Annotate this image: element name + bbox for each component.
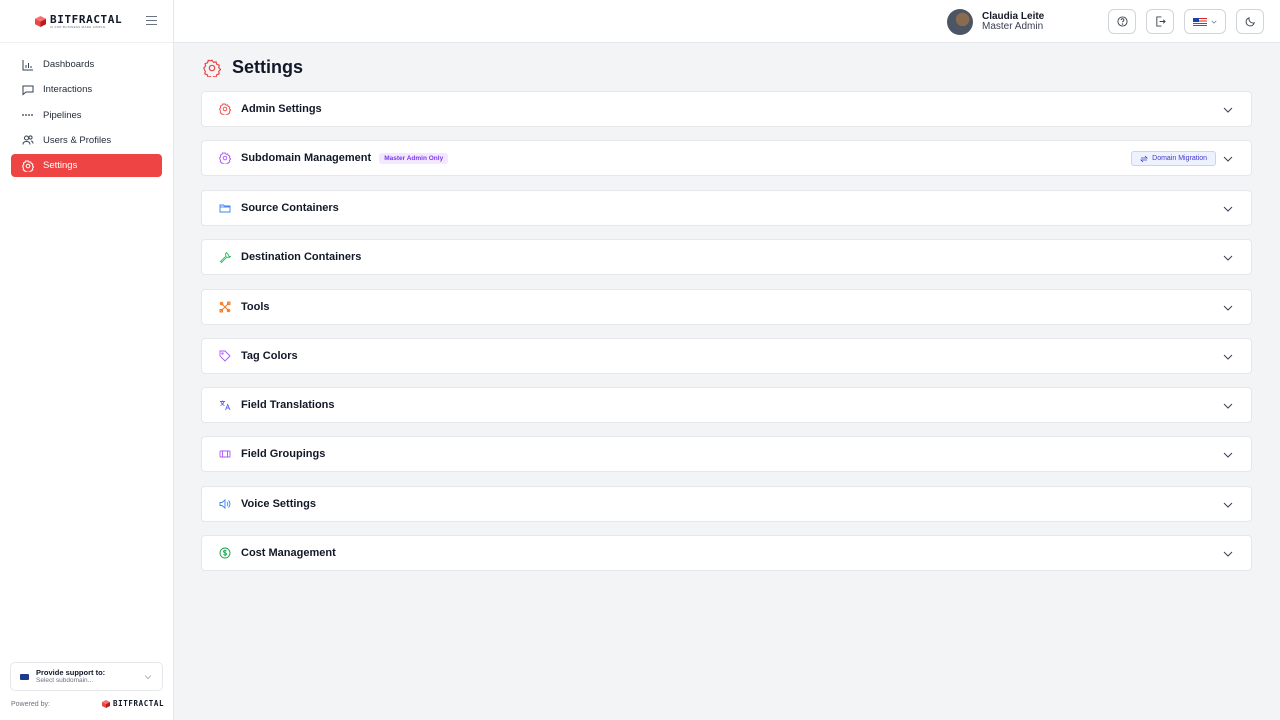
sidebar-nav: Dashboards Interactions Pipelines Users …: [0, 43, 173, 178]
section-tools[interactable]: Tools: [201, 289, 1252, 325]
powered-brand-name: BITFRACTAL: [113, 699, 165, 708]
section-title: Tools: [241, 301, 270, 313]
cube-logo-icon: [102, 699, 110, 708]
theme-toggle-button[interactable]: [1236, 9, 1264, 34]
speaker-icon: [219, 499, 231, 509]
section-title: Field Translations: [241, 399, 335, 411]
sidebar: BITFRACTAL AI FOR BUSINESS MADE SIMPLE D…: [0, 0, 174, 720]
domain-migration-button[interactable]: Domain Migration: [1131, 151, 1216, 166]
chevron-down-icon[interactable]: [1222, 153, 1234, 165]
gear-icon: [219, 152, 231, 164]
sidebar-item-settings[interactable]: Settings: [11, 154, 162, 178]
cube-logo-icon: [35, 15, 46, 27]
section-subdomain-management[interactable]: Subdomain Management Master Admin Only D…: [201, 140, 1252, 176]
chevron-down-icon: [144, 675, 152, 680]
tools-icon: [219, 301, 231, 313]
section-admin-settings[interactable]: Admin Settings: [201, 91, 1252, 127]
tag-icon: [219, 350, 231, 362]
us-flag-icon: [1193, 17, 1207, 26]
chat-icon: [22, 85, 34, 96]
gear-icon: [22, 159, 34, 172]
powered-by-logo: BITFRACTAL: [102, 699, 164, 708]
section-voice-settings[interactable]: Voice Settings: [201, 486, 1252, 522]
section-cost-management[interactable]: Cost Management: [201, 535, 1252, 571]
users-icon: [22, 135, 34, 145]
chevron-down-icon[interactable]: [1222, 351, 1234, 363]
moon-icon: [1245, 17, 1255, 27]
logout-icon: [1155, 16, 1166, 27]
help-button[interactable]: [1108, 9, 1136, 34]
sidebar-item-users[interactable]: Users & Profiles: [11, 129, 162, 152]
chevron-down-icon[interactable]: [1222, 400, 1234, 412]
user-role: Master Admin: [982, 21, 1044, 32]
sidebar-item-label: Interactions: [43, 84, 93, 96]
section-tag-colors[interactable]: Tag Colors: [201, 338, 1252, 374]
support-title: Provide support to:: [36, 667, 106, 677]
section-field-translations[interactable]: Field Translations: [201, 387, 1252, 423]
gear-icon: [219, 103, 231, 115]
master-admin-badge: Master Admin Only: [379, 152, 449, 164]
top-header: Claudia Leite Master Admin: [174, 0, 1280, 43]
chevron-down-icon[interactable]: [1222, 203, 1234, 215]
chevron-down-icon: [1211, 20, 1217, 24]
brand-tagline: AI FOR BUSINESS MADE SIMPLE: [50, 24, 106, 29]
wrench-icon: [219, 251, 231, 263]
brand-logo[interactable]: BITFRACTAL AI FOR BUSINESS MADE SIMPLE: [35, 14, 122, 29]
support-placeholder: Select subdomain...: [36, 677, 94, 685]
group-icon: [219, 450, 231, 458]
section-title: Subdomain Management: [241, 152, 372, 164]
swap-arrows-icon: [1140, 155, 1149, 162]
logo-row: BITFRACTAL AI FOR BUSINESS MADE SIMPLE: [0, 0, 173, 43]
sidebar-item-label: Pipelines: [43, 109, 82, 121]
chevron-down-icon[interactable]: [1222, 104, 1234, 116]
brand-name: BITFRACTAL: [50, 12, 123, 26]
help-icon: [1116, 16, 1128, 27]
chevron-down-icon[interactable]: [1222, 499, 1234, 511]
folder-icon: [219, 204, 231, 213]
section-title: Field Groupings: [241, 448, 326, 460]
sidebar-item-pipelines[interactable]: Pipelines: [11, 104, 162, 127]
logout-button[interactable]: [1146, 9, 1174, 34]
sidebar-item-dashboards[interactable]: Dashboards: [11, 53, 162, 76]
sidebar-item-interactions[interactable]: Interactions: [11, 78, 162, 101]
section-title: Destination Containers: [241, 251, 362, 263]
section-source-containers[interactable]: Source Containers: [201, 190, 1252, 226]
chevron-down-icon[interactable]: [1222, 548, 1234, 560]
chevron-down-icon[interactable]: [1222, 449, 1234, 461]
language-select[interactable]: [1184, 9, 1226, 34]
support-subdomain-select[interactable]: Provide support to: Select subdomain...: [10, 662, 163, 691]
section-title: Voice Settings: [241, 498, 316, 510]
powered-by-label: Powered by:: [11, 701, 50, 708]
sidebar-item-label: Users & Profiles: [43, 134, 112, 146]
menu-toggle-icon[interactable]: [146, 16, 157, 27]
gear-icon: [203, 58, 221, 77]
support-users-icon: [20, 673, 29, 680]
bar-chart-icon: [22, 59, 33, 70]
section-field-groupings[interactable]: Field Groupings: [201, 436, 1252, 472]
page-header: Settings: [203, 57, 303, 78]
domain-migration-label: Domain Migration: [1152, 155, 1207, 162]
dashed-line-icon: [22, 114, 33, 116]
chevron-down-icon[interactable]: [1222, 252, 1234, 264]
translate-icon: [220, 400, 231, 411]
user-profile[interactable]: Claudia Leite Master Admin: [947, 9, 1044, 35]
sidebar-item-label: Settings: [43, 160, 78, 172]
section-title: Source Containers: [241, 202, 339, 214]
section-destination-containers[interactable]: Destination Containers: [201, 239, 1252, 275]
dollar-icon: [219, 547, 231, 559]
section-title: Cost Management: [241, 547, 336, 559]
chevron-down-icon[interactable]: [1222, 302, 1234, 314]
page-title: Settings: [232, 57, 304, 77]
section-title: Admin Settings: [241, 103, 322, 115]
sidebar-item-label: Dashboards: [43, 59, 95, 70]
avatar: [947, 9, 973, 35]
section-title: Tag Colors: [241, 350, 298, 362]
